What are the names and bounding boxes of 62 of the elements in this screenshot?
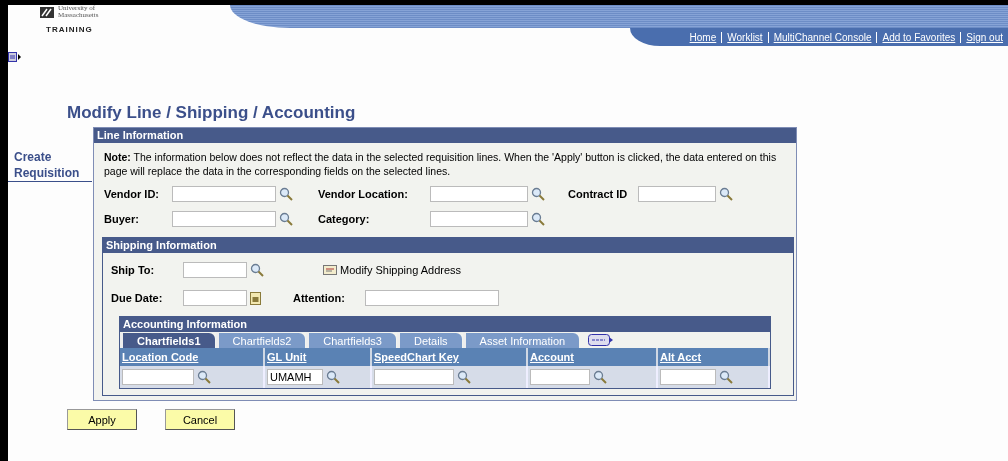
search-icon[interactable] bbox=[593, 370, 607, 384]
tab[interactable]: Chartfields3 bbox=[306, 333, 396, 348]
nav-link[interactable]: MultiChannel Console bbox=[767, 31, 877, 43]
column-header[interactable]: GL Unit bbox=[265, 348, 372, 366]
input-field[interactable] bbox=[430, 211, 528, 227]
input-field[interactable] bbox=[183, 290, 247, 306]
field-label: Vendor ID: bbox=[104, 188, 160, 200]
input-field[interactable] bbox=[638, 186, 716, 202]
search-icon[interactable] bbox=[197, 370, 211, 384]
menu-icon[interactable] bbox=[8, 52, 22, 62]
tab[interactable]: Details bbox=[397, 333, 462, 348]
search-icon[interactable] bbox=[531, 212, 545, 226]
section-header: Accounting Information bbox=[120, 317, 770, 332]
nav-link[interactable]: Sign out bbox=[960, 31, 1008, 43]
field-label: Attention: bbox=[293, 292, 346, 304]
sidebar-link[interactable]: Create Requisition bbox=[8, 149, 92, 182]
modify-shipping-address-link[interactable]: Modify Shipping Address bbox=[340, 264, 462, 276]
page-title: Modify Line / Shipping / Accounting bbox=[67, 103, 357, 124]
search-icon[interactable] bbox=[719, 187, 733, 201]
search-icon[interactable] bbox=[531, 187, 545, 201]
search-icon[interactable] bbox=[457, 370, 471, 384]
column-header[interactable]: Account bbox=[528, 348, 658, 366]
nav-link[interactable]: Worklist bbox=[721, 31, 768, 43]
input-field[interactable] bbox=[365, 290, 499, 306]
tab[interactable]: Asset Information bbox=[462, 333, 580, 348]
search-icon[interactable] bbox=[279, 212, 293, 226]
search-icon[interactable] bbox=[326, 370, 340, 384]
search-icon[interactable] bbox=[719, 370, 733, 384]
field-label: Contract ID bbox=[568, 188, 629, 200]
input-field[interactable] bbox=[660, 369, 716, 385]
input-field[interactable] bbox=[430, 186, 528, 202]
action-button[interactable]: Apply bbox=[67, 409, 137, 430]
calendar-icon[interactable] bbox=[250, 291, 261, 305]
column-header[interactable]: Location Code bbox=[120, 348, 265, 366]
search-icon[interactable] bbox=[250, 263, 264, 277]
section-header: Line Information bbox=[94, 128, 796, 143]
input-field[interactable] bbox=[183, 262, 247, 278]
nav-link[interactable]: Home bbox=[684, 31, 722, 43]
column-header[interactable]: SpeedChart Key bbox=[372, 348, 528, 366]
tab[interactable]: Chartfields1 bbox=[120, 333, 215, 348]
search-icon[interactable] bbox=[279, 187, 293, 201]
envelope-icon[interactable] bbox=[323, 265, 337, 275]
show-all-columns-icon[interactable] bbox=[588, 334, 615, 346]
tab[interactable]: Chartfields2 bbox=[215, 333, 306, 348]
action-button[interactable]: Cancel bbox=[165, 409, 235, 430]
input-field[interactable] bbox=[122, 369, 194, 385]
input-field[interactable] bbox=[172, 211, 276, 227]
section-header: Shipping Information bbox=[103, 238, 793, 253]
input-field[interactable] bbox=[172, 186, 276, 202]
field-label: Ship To: bbox=[111, 264, 156, 276]
input-field[interactable] bbox=[374, 369, 454, 385]
field-label: Buyer: bbox=[104, 213, 140, 225]
note-text: Note: The information below does not reflect the data in the selected requisition lines. When the 'Apply' button is clicked, the data entered on this page will replace the data in the corresponding fields on the selected lines. bbox=[103, 150, 778, 179]
logo-icon bbox=[40, 6, 54, 18]
logo-subtitle: TRAINING bbox=[46, 25, 94, 34]
field-label: Vendor Location: bbox=[318, 188, 409, 200]
field-label: Category: bbox=[318, 213, 371, 225]
field-label: Due Date: bbox=[111, 292, 164, 304]
input-field[interactable]: UMAMH bbox=[267, 369, 323, 385]
input-field[interactable] bbox=[530, 369, 590, 385]
nav-link[interactable]: Add to Favorites bbox=[876, 31, 961, 43]
column-header[interactable]: Alt Acct bbox=[658, 348, 770, 366]
